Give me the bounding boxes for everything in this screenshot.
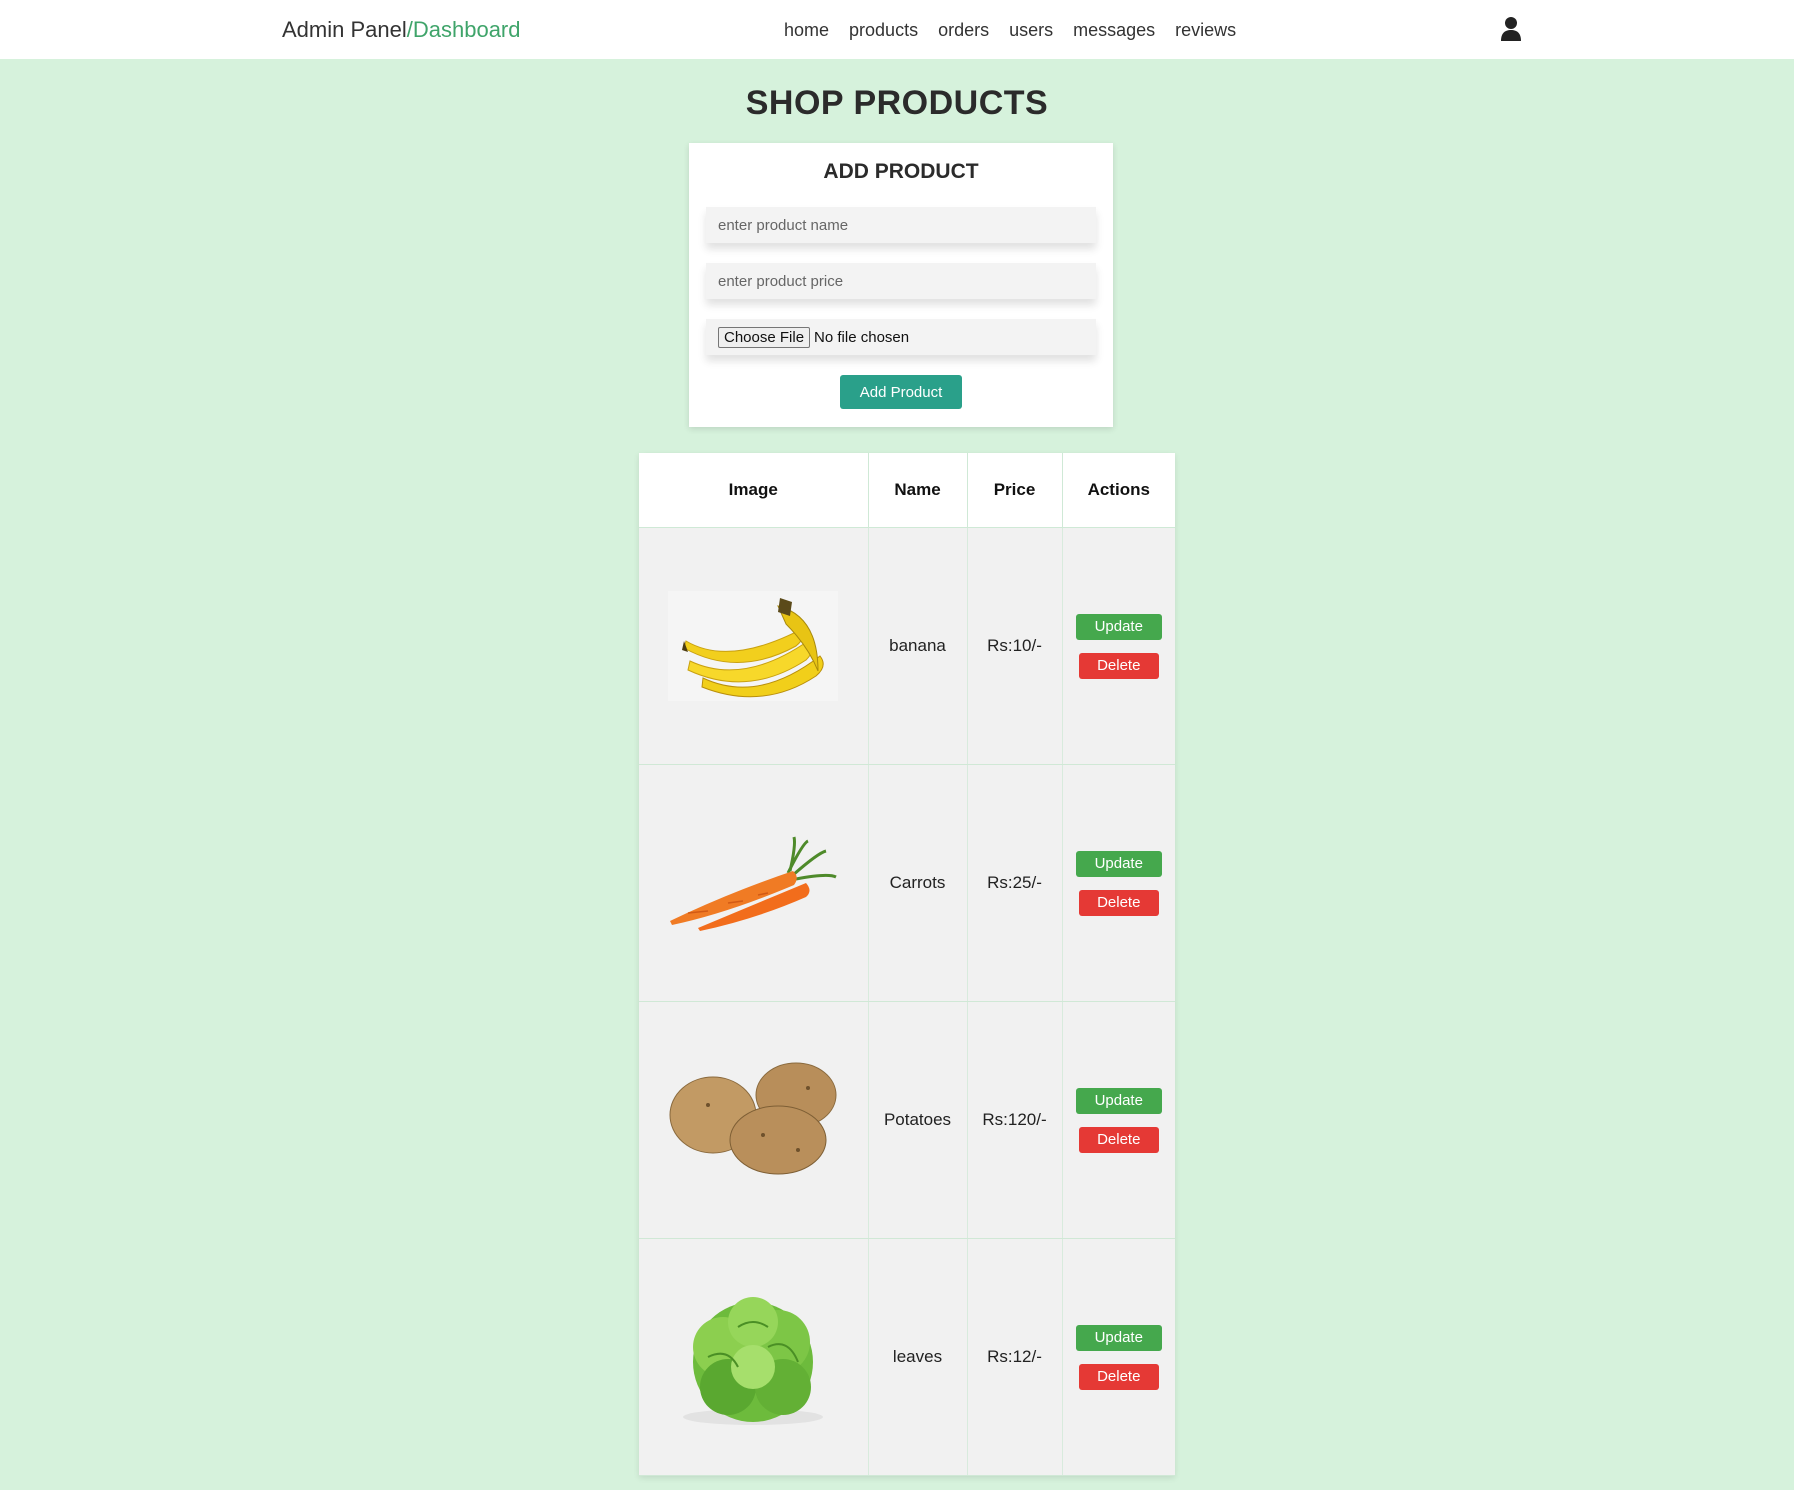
delete-button[interactable]: Delete bbox=[1078, 889, 1159, 916]
table-row: banana Rs:10/- Update Delete bbox=[639, 527, 1175, 765]
product-name-cell: Carrots bbox=[868, 764, 968, 1002]
nav-messages[interactable]: messages bbox=[1073, 20, 1155, 41]
add-product-form: ADD PRODUCT Choose File No file chosen A… bbox=[689, 143, 1113, 427]
update-button[interactable]: Update bbox=[1075, 1324, 1162, 1351]
product-name-cell: banana bbox=[868, 527, 968, 765]
product-name-cell: Potatoes bbox=[868, 1001, 968, 1239]
file-status: No file chosen bbox=[814, 328, 910, 346]
column-header-actions: Actions bbox=[1062, 453, 1175, 528]
brand-main: Admin Panel bbox=[282, 17, 407, 42]
product-price-cell: Rs:12/- bbox=[967, 1238, 1063, 1476]
product-name-cell: leaves bbox=[868, 1238, 968, 1476]
add-product-button[interactable]: Add Product bbox=[840, 375, 962, 409]
choose-file-button[interactable]: Choose File bbox=[718, 326, 811, 348]
product-image-cell bbox=[639, 764, 869, 1002]
actions-cell: Update Delete bbox=[1062, 1001, 1175, 1239]
brand-accent: /Dashboard bbox=[406, 17, 521, 42]
main-nav: home products orders users messages revi… bbox=[784, 20, 1236, 41]
table-header-row: Image Name Price Actions bbox=[639, 453, 1175, 528]
column-header-price: Price bbox=[967, 453, 1063, 528]
column-header-image: Image bbox=[639, 453, 869, 528]
product-name-input[interactable] bbox=[706, 207, 1096, 243]
user-icon[interactable] bbox=[1500, 16, 1522, 42]
product-price-cell: Rs:10/- bbox=[967, 527, 1063, 765]
top-navbar: Admin Panel/Dashboard home products orde… bbox=[0, 0, 1794, 59]
nav-reviews[interactable]: reviews bbox=[1175, 20, 1236, 41]
actions-cell: Update Delete bbox=[1062, 527, 1175, 765]
update-button[interactable]: Update bbox=[1075, 613, 1162, 640]
table-row: Carrots Rs:25/- Update Delete bbox=[639, 764, 1175, 1002]
product-image-cell bbox=[639, 1238, 869, 1476]
product-price-cell: Rs:25/- bbox=[967, 764, 1063, 1002]
delete-button[interactable]: Delete bbox=[1078, 652, 1159, 679]
update-button[interactable]: Update bbox=[1075, 850, 1162, 877]
add-product-title: ADD PRODUCT bbox=[823, 160, 979, 183]
delete-button[interactable]: Delete bbox=[1078, 1126, 1159, 1153]
nav-orders[interactable]: orders bbox=[938, 20, 989, 41]
table-row: leaves Rs:12/- Update Delete bbox=[639, 1238, 1175, 1476]
carrots-image bbox=[668, 818, 838, 948]
potatoes-image bbox=[668, 1055, 838, 1185]
delete-button[interactable]: Delete bbox=[1078, 1363, 1159, 1390]
product-image-cell bbox=[639, 1001, 869, 1239]
actions-cell: Update Delete bbox=[1062, 764, 1175, 1002]
product-price-cell: Rs:120/- bbox=[967, 1001, 1063, 1239]
column-header-name: Name bbox=[868, 453, 968, 528]
brand-logo[interactable]: Admin Panel/Dashboard bbox=[282, 17, 521, 43]
banana-image bbox=[668, 581, 839, 711]
lettuce-image bbox=[668, 1292, 838, 1425]
table-row: Potatoes Rs:120/- Update Delete bbox=[639, 1001, 1175, 1239]
actions-cell: Update Delete bbox=[1062, 1238, 1175, 1476]
product-image-file-input: Choose File No file chosen bbox=[706, 319, 1096, 355]
nav-products[interactable]: products bbox=[849, 20, 918, 41]
nav-home[interactable]: home bbox=[784, 20, 829, 41]
product-price-input[interactable] bbox=[706, 263, 1096, 299]
page-title: SHOP PRODUCTS bbox=[745, 84, 1049, 122]
nav-users[interactable]: users bbox=[1009, 20, 1053, 41]
product-image-cell bbox=[639, 527, 869, 765]
update-button[interactable]: Update bbox=[1075, 1087, 1162, 1114]
products-table: Image Name Price Actions banana Rs:10/- … bbox=[639, 453, 1175, 1476]
